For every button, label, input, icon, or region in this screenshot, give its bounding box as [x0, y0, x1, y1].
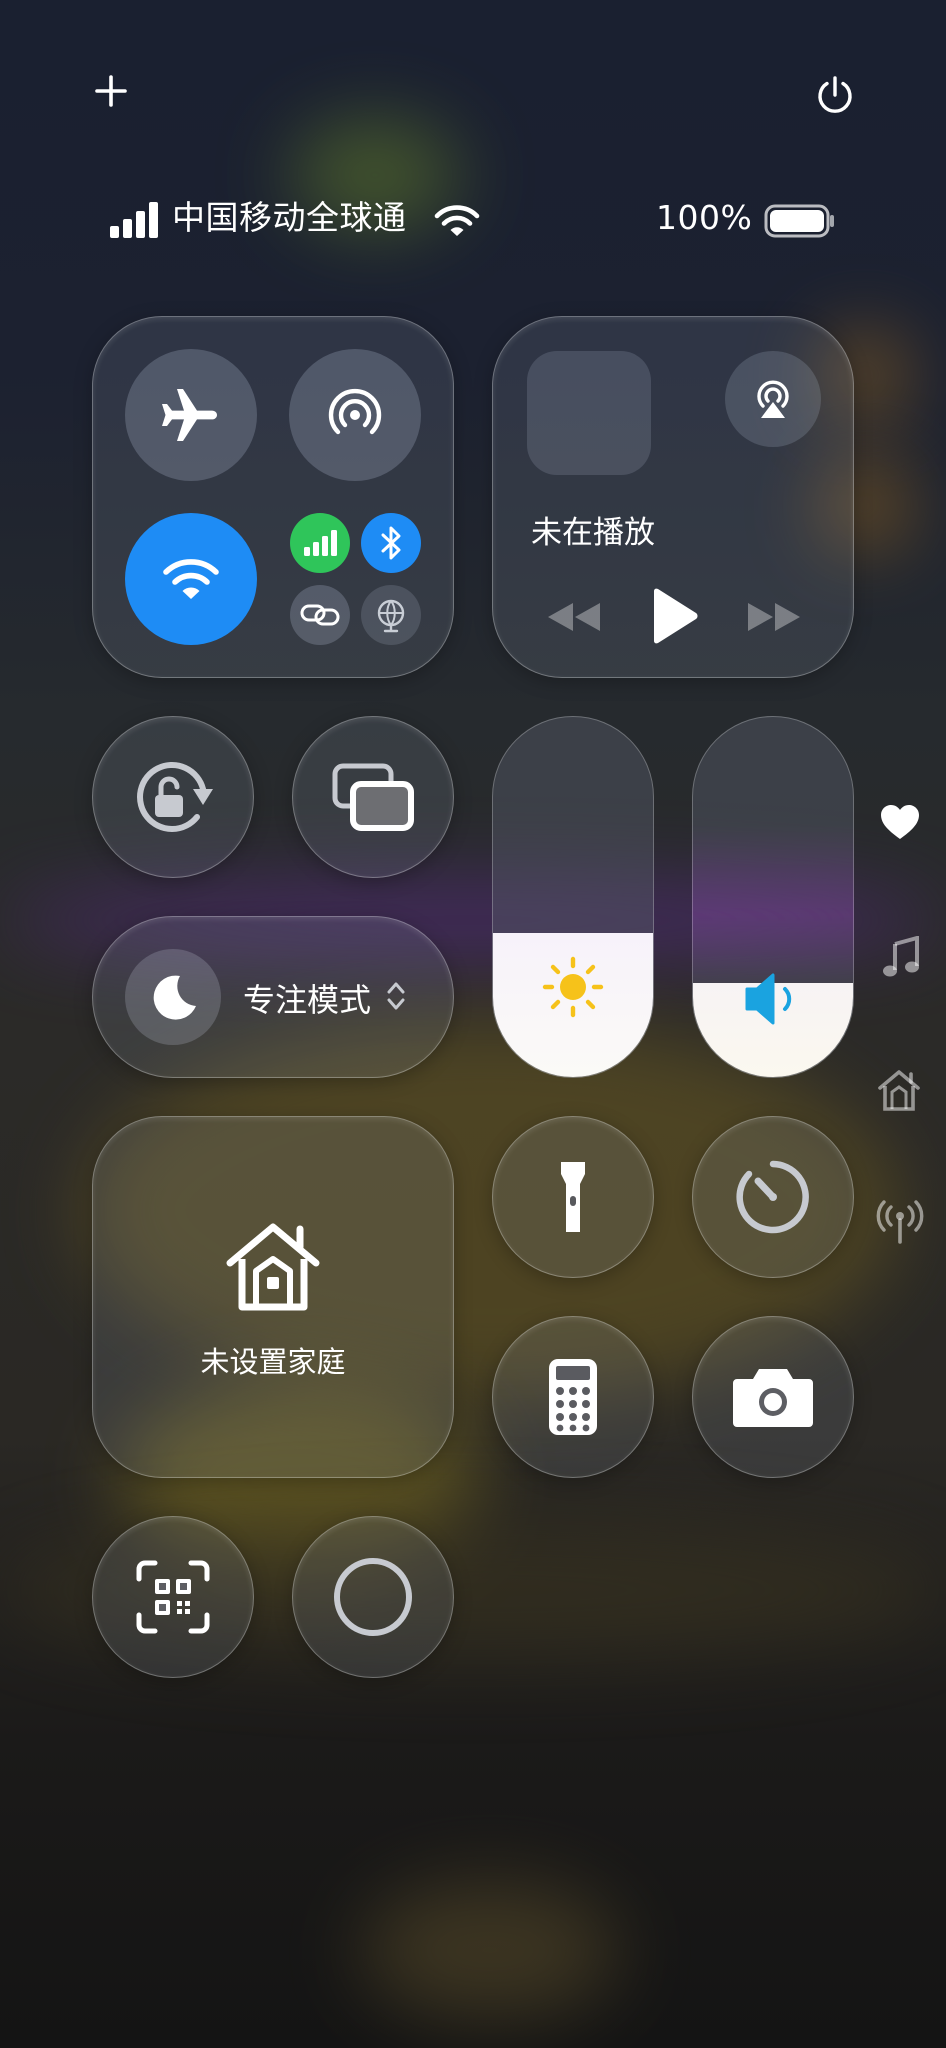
rotation-lock-toggle[interactable] — [92, 716, 254, 878]
home-panel[interactable]: 未设置家庭 — [92, 1116, 454, 1478]
camera-button[interactable] — [692, 1316, 854, 1478]
qr-code-icon — [135, 1559, 211, 1635]
wifi-toggle[interactable] — [125, 513, 257, 645]
airplay-icon — [749, 376, 797, 422]
brightness-slider[interactable] — [492, 716, 654, 1078]
screen-recording-button[interactable] — [292, 1516, 454, 1678]
heart-icon[interactable] — [876, 800, 924, 844]
moon-icon — [146, 970, 200, 1024]
link-toggle[interactable] — [290, 585, 350, 645]
camera-icon — [731, 1365, 815, 1429]
signal-strength-icon — [110, 202, 162, 238]
album-artwork — [527, 351, 651, 475]
wifi-status-icon — [434, 204, 480, 238]
carrier-name: 中国移动全球通 — [172, 198, 407, 237]
connectivity-panel — [92, 316, 454, 678]
fast-forward-icon[interactable] — [743, 595, 805, 639]
rewind-icon[interactable] — [543, 595, 605, 639]
home-page-icon[interactable] — [874, 1066, 924, 1114]
timer-icon — [732, 1156, 814, 1238]
airplane-mode-toggle[interactable] — [125, 349, 257, 481]
play-icon[interactable] — [647, 585, 701, 647]
timer-toggle[interactable] — [692, 1116, 854, 1278]
flashlight-icon — [558, 1158, 588, 1236]
cellular-data-icon — [303, 530, 337, 556]
personal-hotspot-toggle[interactable] — [289, 349, 421, 481]
home-label: 未设置家庭 — [200, 1345, 346, 1379]
flashlight-toggle[interactable] — [492, 1116, 654, 1278]
screen-mirroring-toggle[interactable] — [292, 716, 454, 878]
home-icon — [93, 1221, 453, 1313]
speaker-icon — [693, 971, 853, 1027]
antenna-icon[interactable] — [874, 1198, 926, 1246]
focus-mode-label: 专注模式 — [243, 981, 372, 1019]
screen-mirroring-icon — [331, 762, 415, 832]
calculator-icon — [547, 1357, 599, 1437]
media-player-panel[interactable]: 未在播放 — [492, 316, 854, 678]
record-icon — [332, 1556, 414, 1638]
sun-icon — [493, 955, 653, 1019]
music-note-icon[interactable] — [876, 934, 924, 982]
chevron-up-down-icon — [385, 979, 407, 1013]
link-icon — [300, 602, 340, 628]
qr-code-scanner-button[interactable] — [92, 1516, 254, 1678]
battery-icon — [764, 203, 836, 239]
bluetooth-toggle[interactable] — [361, 513, 421, 573]
airplane-icon — [159, 383, 223, 447]
bluetooth-icon — [379, 525, 403, 561]
wifi-icon — [162, 557, 220, 601]
rotation-lock-icon — [125, 749, 221, 845]
hotspot-icon — [325, 385, 385, 445]
vpn-toggle[interactable] — [361, 585, 421, 645]
add-icon[interactable] — [86, 66, 136, 116]
power-icon[interactable] — [810, 70, 860, 120]
moon-button[interactable] — [125, 949, 221, 1045]
globe-icon — [373, 597, 409, 633]
cellular-data-toggle[interactable] — [290, 513, 350, 573]
battery-percentage: 100% — [656, 198, 753, 237]
volume-slider[interactable] — [692, 716, 854, 1078]
now-playing-status: 未在播放 — [531, 515, 655, 551]
airplay-button[interactable] — [725, 351, 821, 447]
focus-mode-control[interactable]: 专注模式 — [92, 916, 454, 1078]
calculator-button[interactable] — [492, 1316, 654, 1478]
